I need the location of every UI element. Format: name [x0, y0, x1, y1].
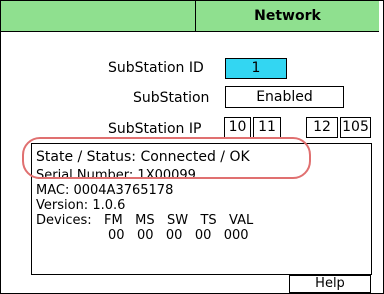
tab-network[interactable]: Network — [196, 1, 379, 32]
substation-id-label: SubStation ID — [108, 60, 204, 76]
ip-octet-4[interactable]: 105 — [340, 117, 371, 138]
serial-number-line: Serial Number: 1X00099 — [36, 168, 196, 183]
status-panel: State / Status: Connected / OK Serial Nu… — [31, 143, 372, 275]
devices-header: Devices: FM MS SW TS VAL — [36, 213, 254, 228]
version-line: Version: 1.0.6 — [36, 198, 126, 213]
help-button[interactable]: Help — [289, 275, 371, 293]
state-status-line: State / Status: Connected / OK — [36, 149, 250, 165]
substation-ip-label: SubStation IP — [108, 121, 202, 137]
ip-octet-1[interactable]: 10 — [224, 117, 251, 138]
devices-values: 00 00 00 00 000 — [108, 228, 249, 243]
tab-blank[interactable] — [1, 1, 196, 32]
mac-line: MAC: 0004A3765178 — [36, 183, 174, 198]
ip-octet-2[interactable]: 11 — [253, 117, 281, 138]
substation-label: SubStation — [133, 90, 210, 106]
substation-id-field[interactable]: 1 — [225, 58, 287, 79]
substation-state-field[interactable]: Enabled — [225, 86, 344, 108]
ip-octet-3[interactable]: 12 — [306, 117, 338, 138]
